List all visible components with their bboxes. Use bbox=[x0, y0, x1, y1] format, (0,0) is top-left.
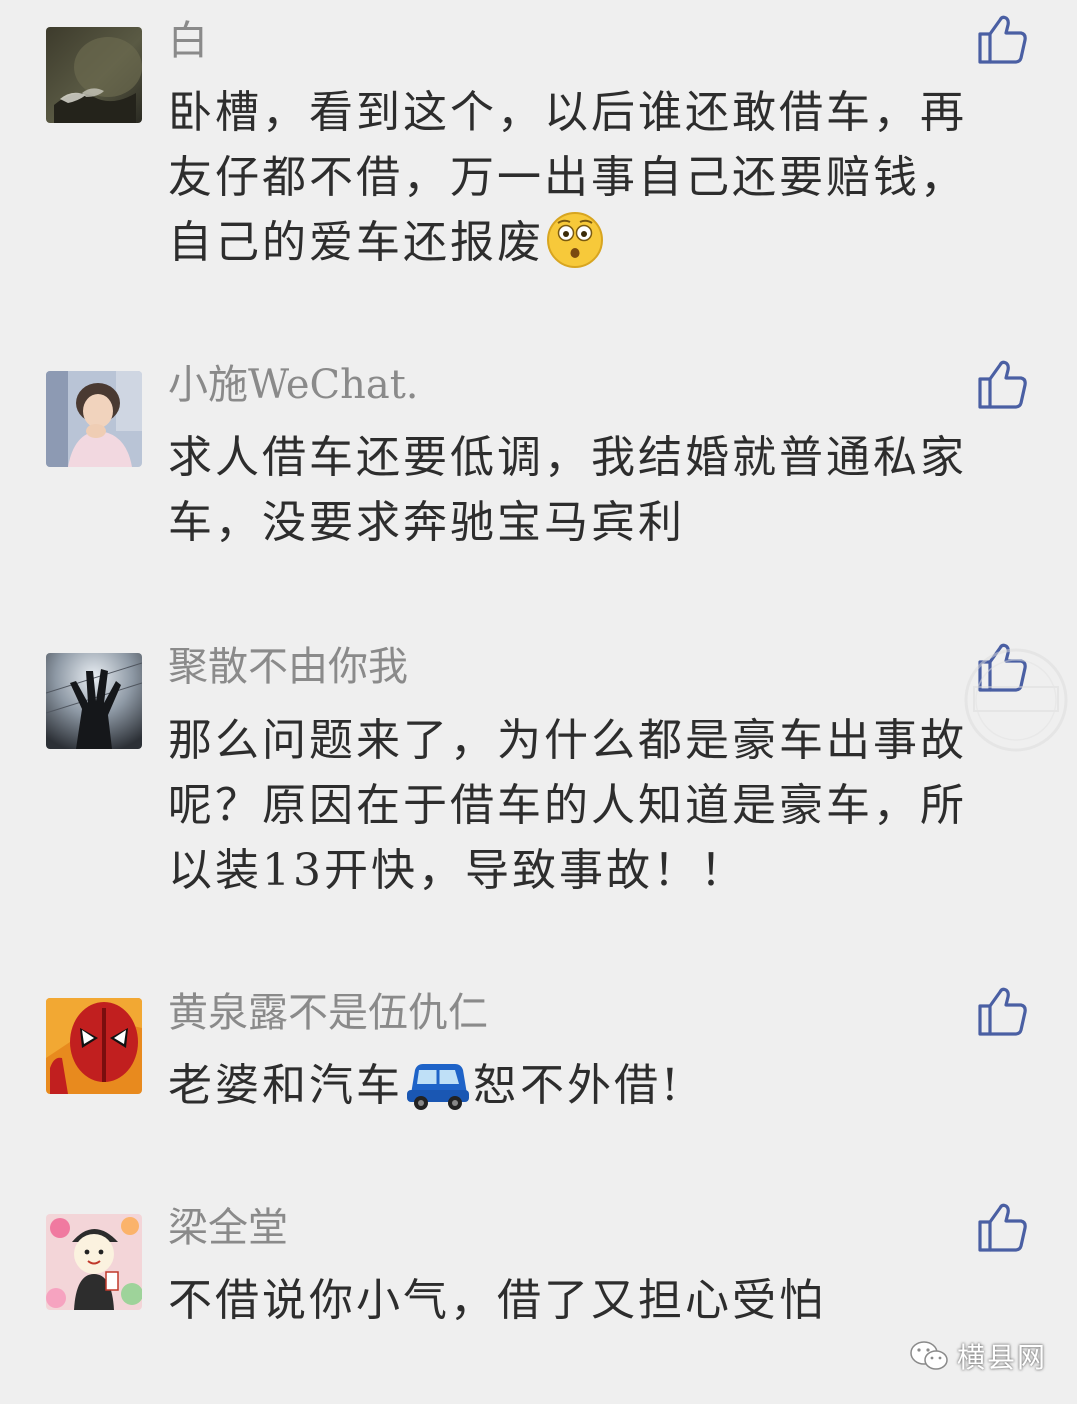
thumbs-up-icon bbox=[978, 360, 1027, 409]
comment-text: 老婆和汽车 恕不外借! bbox=[168, 1053, 1013, 1130]
like-button[interactable] bbox=[975, 12, 1029, 66]
avatar[interactable] bbox=[46, 653, 142, 749]
avatar[interactable] bbox=[46, 1214, 142, 1310]
comment-nickname: 梁全堂 bbox=[168, 1205, 288, 1251]
thumbs-up-icon bbox=[978, 987, 1027, 1036]
footer-brand: 横县网 bbox=[909, 1336, 1047, 1376]
thumbs-up-icon bbox=[978, 15, 1027, 64]
blue-car-emoji bbox=[405, 1056, 471, 1130]
flushed-face-emoji bbox=[546, 211, 604, 287]
comment-nickname: 白 bbox=[168, 18, 208, 64]
avatar[interactable] bbox=[46, 371, 142, 467]
comment-text: 求人借车还要低调，我结婚就普通私家车，没要求奔驰宝马宾利 bbox=[168, 432, 967, 548]
comment-nickname: 聚散不由你我 bbox=[168, 644, 408, 690]
avatar[interactable] bbox=[46, 998, 142, 1094]
comment-text: 不借说你小气，借了又担心受怕 bbox=[168, 1275, 826, 1326]
avatar[interactable] bbox=[46, 27, 142, 123]
comment-text: 卧槽，看到这个，以后谁还敢借车，再友仔都不借，万一出事自己还要赔钱，自己的爱车还… bbox=[168, 80, 1013, 287]
comment-text-before: 老婆和汽车 bbox=[168, 1060, 403, 1111]
footer-brand-label: 横县网 bbox=[956, 1341, 1047, 1374]
comment-nickname: 小施WeChat. bbox=[168, 362, 419, 408]
thumbs-up-icon bbox=[978, 1203, 1027, 1252]
comment-nickname: 黄泉露不是伍仇仁 bbox=[168, 990, 488, 1036]
like-button[interactable] bbox=[975, 357, 1029, 411]
like-button[interactable] bbox=[975, 984, 1029, 1038]
like-button[interactable] bbox=[975, 1200, 1029, 1254]
watermark-seal bbox=[958, 645, 1074, 755]
wechat-icon bbox=[910, 1341, 948, 1370]
comment-text-after: 恕不外借! bbox=[473, 1060, 682, 1111]
comment-text: 那么问题来了，为什么都是豪车出事故呢？原因在于借车的人知道是豪车，所以装13开快… bbox=[168, 715, 967, 896]
